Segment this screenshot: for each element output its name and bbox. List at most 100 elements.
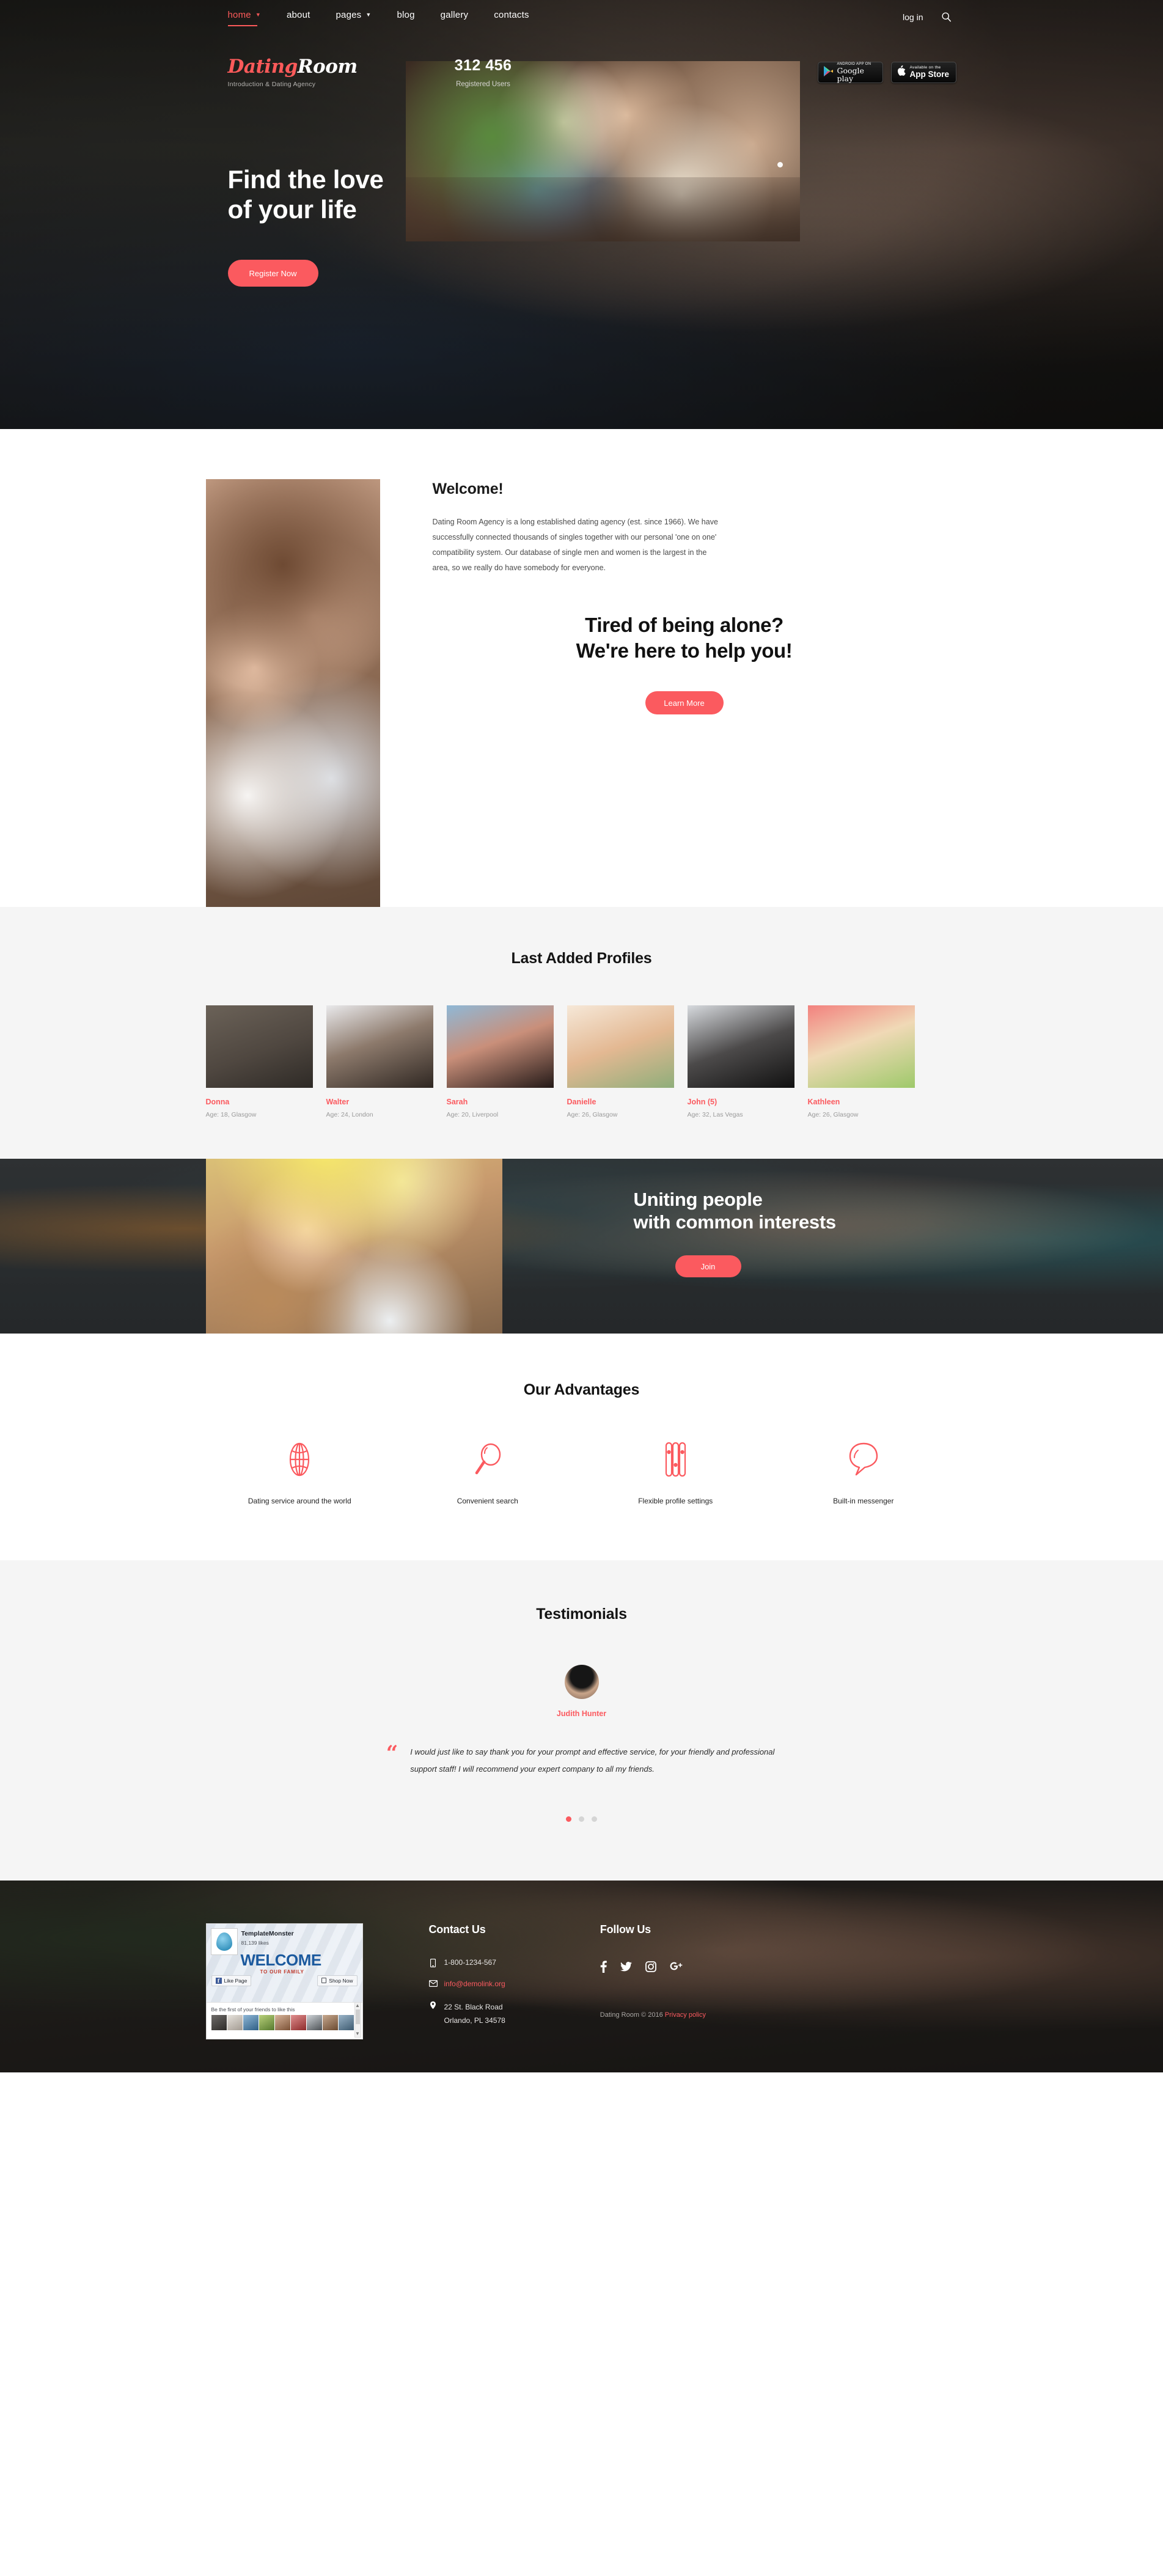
profiles-title: Last Added Profiles [511,950,652,967]
profile-card[interactable]: Sarah Age: 20, Liverpool [446,1005,554,1118]
advantage-label: Flexible profile settings [638,1497,713,1505]
fb-friend-thumbnails [207,2014,362,2030]
nav-item-contacts[interactable]: contacts [494,7,529,26]
welcome-mid-line1: Tired of being alone? [585,614,783,636]
nav-item-label: contacts [494,10,529,20]
profile-meta: Age: 20, Liverpool [446,1111,499,1118]
hero-title-line2: of your life [227,194,357,224]
map-pin-icon [429,2000,438,2009]
testimonial-dot-1[interactable] [566,1816,571,1822]
profile-meta: Age: 26, Glasgow [807,1111,859,1118]
join-button[interactable]: Join [675,1255,741,1278]
contact-us-title: Contact Us [428,1923,486,1936]
nav-item-home[interactable]: home ▼ [227,7,261,26]
uniting-line2: with common interests [633,1211,837,1233]
profile-name[interactable]: Kathleen [808,1098,915,1106]
profile-photo [687,1005,794,1088]
learn-more-button[interactable]: Learn More [645,691,724,715]
profile-card[interactable]: Donna Age: 18, Glasgow [205,1005,313,1118]
sliders-icon [582,1440,770,1478]
footer-address: 22 St. Black Road Orlando, PL 34578 [444,2000,505,2027]
profile-name[interactable]: Sarah [447,1098,554,1106]
advantage-item[interactable]: Built-in messenger [769,1440,958,1508]
footer-email[interactable]: info@demolink.org [444,1980,505,1988]
footer-address-line2: Orlando, PL 34578 [444,2016,505,2025]
footer-phone[interactable]: 1-800-1234-567 [444,1958,496,1967]
google-play-big-label: Google play [837,65,864,83]
testimonial-author[interactable]: Judith Hunter [206,1709,958,1718]
nav-item-label: home [227,10,251,20]
nav-item-pages[interactable]: pages ▼ [336,7,371,26]
templatemonster-logo-icon [216,1932,232,1951]
profile-name[interactable]: Danielle [567,1098,674,1106]
advantage-item[interactable]: Flexible profile settings [582,1440,770,1508]
uniting-line1: Uniting people [633,1189,763,1210]
fb-widget-scrollbar[interactable]: ▲ ▼ [354,2002,361,2038]
privacy-policy-link[interactable]: Privacy policy [665,2011,706,2019]
hero-slider-dot[interactable] [777,162,783,167]
facebook-page-widget[interactable]: TemplateMonster 81,139 likes WELCOME TO … [205,1923,363,2039]
scroll-up-icon[interactable]: ▲ [355,2003,361,2009]
hero-slide-image-bottom [405,177,800,241]
profile-card[interactable]: John (5) Age: 32, Las Vegas [687,1005,794,1118]
phone-icon [429,1958,438,1967]
nav-item-about[interactable]: about [287,7,310,26]
search-icon[interactable] [941,11,953,23]
top-navigation: home ▼ about pages ▼ blog gallery contac… [0,0,1163,34]
testimonial-dot-3[interactable] [592,1816,597,1822]
footer-email-row: info@demolink.org [428,1980,505,1988]
fb-cover: TemplateMonster 81,139 likes WELCOME TO … [206,1923,362,2002]
nav-item-blog[interactable]: blog [397,7,414,26]
profile-name[interactable]: Donna [206,1098,313,1106]
instagram-icon[interactable] [645,1961,656,1973]
advantage-item[interactable]: Dating service around the world [206,1440,394,1508]
google-play-button[interactable]: ANDROID APP ON Google play [817,62,883,83]
fb-cover-subtitle: TO OUR FAMILY [260,1969,304,1975]
nav-item-gallery[interactable]: gallery [441,7,469,26]
counter-label: Registered Users [456,81,510,88]
social-links [600,1961,706,1973]
login-link[interactable]: log in [903,12,923,22]
last-added-profiles-section: Last Added Profiles Donna Age: 18, Glasg… [0,907,1163,1159]
profile-name[interactable]: John (5) [688,1098,794,1106]
fb-page-likes: 81,139 likes [241,1939,269,1946]
fb-like-page-button[interactable]: f Like Page [211,1975,252,1986]
nav-item-label: blog [397,10,415,20]
advantage-label: Built-in messenger [833,1497,894,1505]
welcome-paragraph: Dating Room Agency is a long established… [432,518,718,572]
google-plus-icon[interactable] [670,1961,683,1973]
hero-copy: Find the love of your life Register Now [206,165,384,287]
profile-card[interactable]: Walter Age: 24, London [326,1005,433,1118]
facebook-icon[interactable] [600,1961,607,1973]
apple-icon [897,65,906,80]
hero-title-line1: Find the love [227,165,384,194]
twitter-icon[interactable] [620,1961,632,1973]
register-now-button[interactable]: Register Now [227,260,318,287]
fb-page-name: TemplateMonster [241,1929,294,1937]
shopping-bag-icon [321,1978,327,1984]
app-store-button[interactable]: Available on the App Store [890,62,956,83]
footer-follow-column: Follow Us Dating Room © 2016 Privacy pol… [600,1923,706,2039]
chevron-down-icon: ▼ [365,12,372,18]
fb-shop-label: Shop Now [329,1977,353,1984]
app-store-big-label: App Store [909,69,950,79]
profile-photo [326,1005,433,1088]
scroll-down-icon[interactable]: ▼ [355,2031,361,2037]
counter-value: 312 456 [454,57,512,74]
testimonial-dot-2[interactable] [579,1816,584,1822]
profile-card[interactable]: Danielle Age: 26, Glasgow [567,1005,674,1118]
globe-icon [206,1440,394,1478]
testimonial-pagination [206,1816,958,1822]
profile-name[interactable]: Walter [326,1098,433,1106]
advantage-item[interactable]: Convenient search [394,1440,582,1508]
scrollbar-thumb[interactable] [355,2009,360,2024]
fb-widget-footer: Be the first of your friends to like thi… [206,2002,362,2039]
testimonials-title: Testimonials [536,1605,627,1623]
profile-card[interactable]: Kathleen Age: 26, Glasgow [807,1005,915,1118]
quote-icon: “ [386,1741,398,1766]
profile-meta: Age: 18, Glasgow [205,1111,257,1118]
fb-shop-now-button[interactable]: Shop Now [317,1975,358,1986]
copyright-text: Dating Room © 2016 [600,2011,665,2019]
brand-logo[interactable]: DatingRoom Introduction & Dating Agency [228,57,393,88]
welcome-section: Welcome! Dating Room Agency is a long es… [0,429,1163,907]
